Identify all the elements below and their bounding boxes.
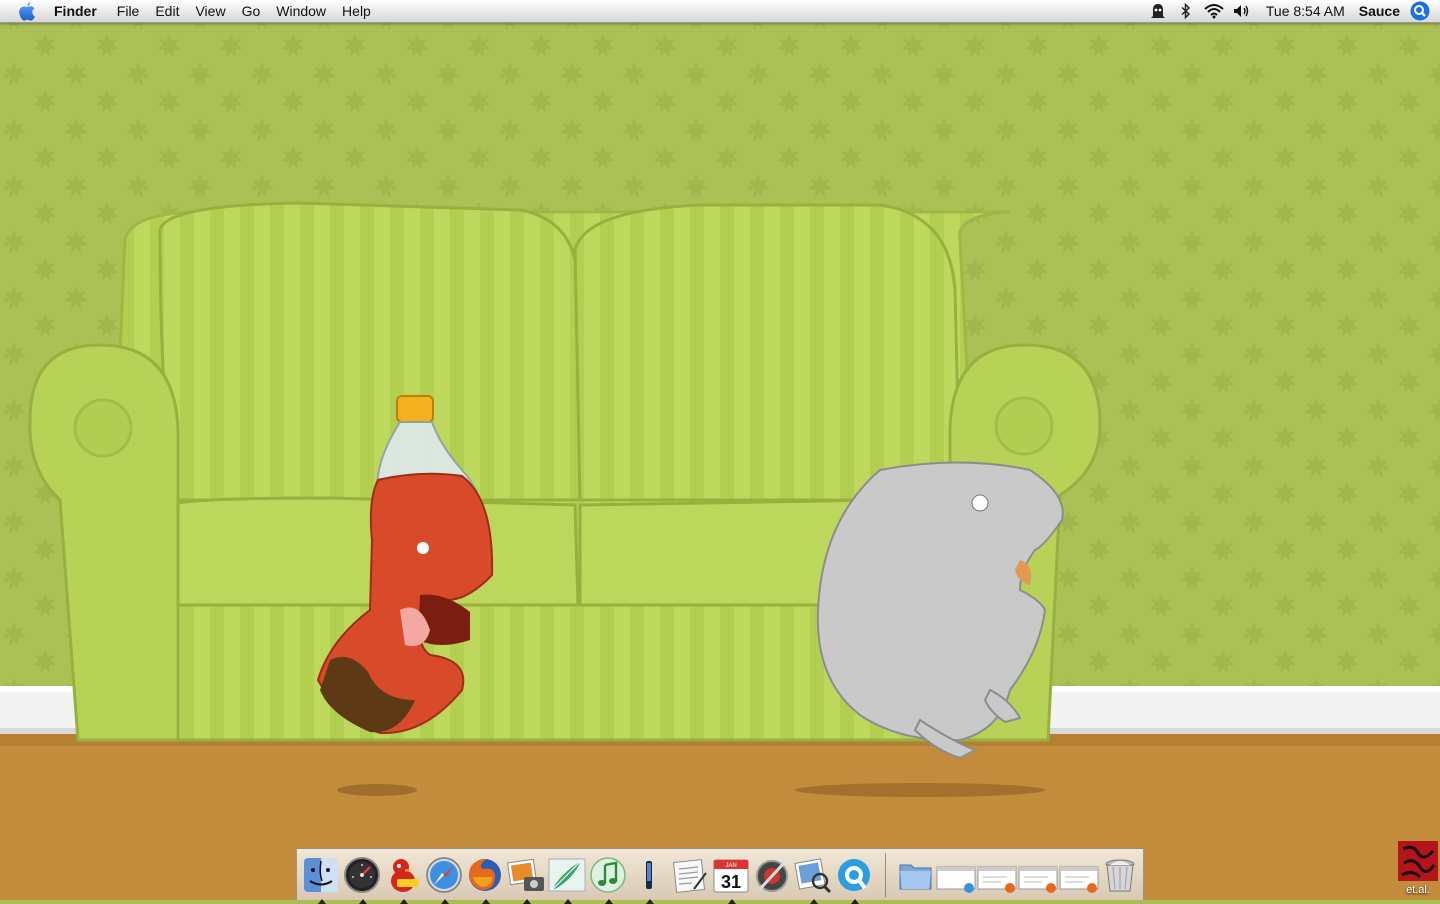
desktop-item[interactable]: et.al. [1398,841,1438,900]
dashboard-icon [344,857,380,893]
desktop-item-thumbnail [1398,841,1438,881]
dock-trash[interactable] [1100,855,1140,895]
dock-dashboard[interactable] [342,855,382,904]
mail-quill-icon [548,858,586,892]
dock-minimized-window-1[interactable] [936,855,976,895]
menu-help[interactable]: Help [334,0,379,22]
spotlight-search-icon[interactable] [1410,1,1430,21]
adium-duck-icon [391,859,419,892]
minimized-window-icon [1059,866,1099,893]
menubar-clock[interactable]: Tue 8:54 AM [1266,3,1345,19]
safari-compass-icon [426,857,462,893]
minimized-window-icon [1018,866,1058,893]
volume-icon[interactable] [1231,0,1253,22]
dock-terminal[interactable] [629,855,669,904]
dock-mail[interactable] [547,855,587,904]
minimized-window-icon [977,866,1017,893]
menu-app-finder[interactable]: Finder [54,0,105,22]
terminal-icon [646,861,652,889]
preview-icon [794,858,832,894]
dock-folder[interactable] [895,855,935,895]
bluetooth-icon[interactable] [1175,0,1197,22]
apple-icon[interactable] [18,0,38,22]
menu-file[interactable]: File [109,0,148,22]
itunes-icon [590,857,626,893]
trash-icon [1105,859,1135,892]
ical-icon: JAN 31 [713,859,749,893]
dock-itunes[interactable] [588,855,628,904]
dock-firefox[interactable] [465,855,505,904]
firefox-icon [469,859,501,891]
wifi-icon[interactable] [1203,0,1225,22]
dock-minimized-window-4[interactable] [1059,855,1099,895]
cloak-icon[interactable] [1147,0,1169,22]
desktop-item-label: et.al. [1406,884,1430,896]
dock-minimized-window-3[interactable] [1018,855,1058,895]
dock-iphoto[interactable] [506,855,546,904]
textedit-icon [672,859,707,893]
dock-finder[interactable] [301,855,341,904]
dock-quicktime[interactable] [834,855,874,904]
menu-edit[interactable]: Edit [147,0,187,22]
menu-view[interactable]: View [187,0,233,22]
menu-window[interactable]: Window [268,0,334,22]
dock: JAN 31 [296,848,1144,904]
dock-preview[interactable] [793,855,833,904]
fast-user-switch[interactable]: Sauce [1359,3,1400,19]
dock-adium[interactable] [383,855,423,904]
finder-icon [304,858,338,892]
disk-utility-icon [756,860,788,892]
dock-disk-utility[interactable] [752,855,792,895]
wallpaper-illustration [0,22,1440,900]
quicktime-icon [838,859,870,891]
dock-ical[interactable]: JAN 31 [711,855,751,904]
folder-icon [899,864,932,890]
dock-separator [885,853,886,897]
ical-day: 31 [721,872,741,892]
desktop[interactable]: et.al. [0,0,1440,900]
iphoto-icon [507,858,544,891]
dock-safari[interactable] [424,855,464,904]
ical-month: JAN [725,863,736,869]
minimized-window-icon [936,866,976,893]
menu-go[interactable]: Go [234,0,269,22]
dock-minimized-window-2[interactable] [977,855,1017,895]
menubar: Finder File Edit View Go Window Help Tue… [0,0,1440,23]
dock-textedit[interactable] [670,855,710,895]
